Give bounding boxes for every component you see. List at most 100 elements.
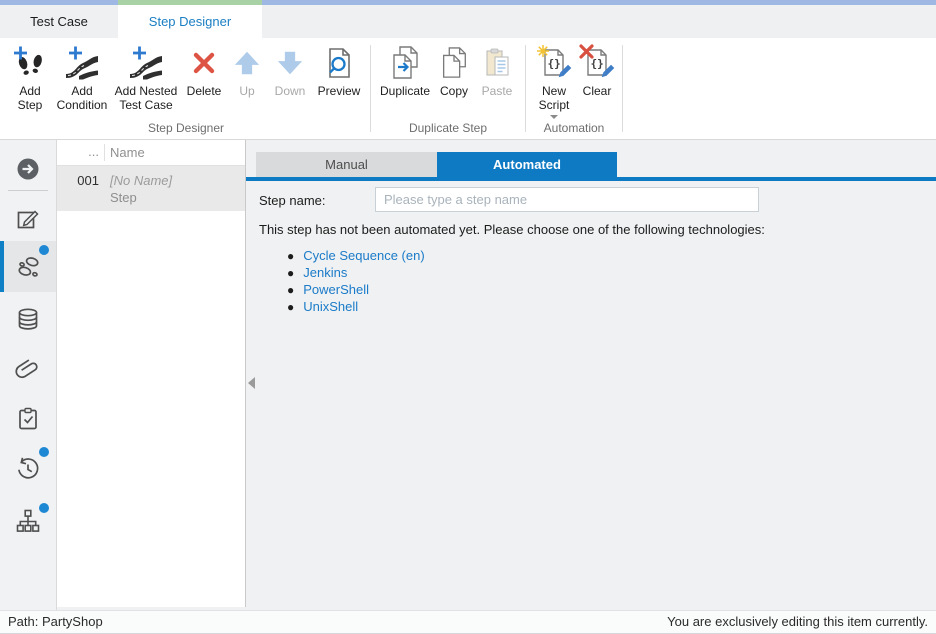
paste-button[interactable]: Paste — [474, 41, 520, 99]
sidebar-item-attachments[interactable] — [0, 347, 56, 391]
copy-documents-icon — [438, 42, 470, 84]
down-button[interactable]: Down — [267, 41, 313, 99]
step-row-selected[interactable]: 001 [No Name] Step — [57, 166, 245, 211]
copy-button[interactable]: Copy — [434, 41, 474, 99]
steps-icon — [15, 253, 42, 280]
window-tab-bar: Test Case Step Designer — [0, 0, 936, 38]
arrow-up-icon — [233, 42, 261, 84]
add-nested-test-case-label: Add Nested Test Case — [114, 84, 178, 112]
bullet-icon: ● — [287, 300, 294, 314]
step-type-label: Step — [110, 190, 137, 205]
tab-step-designer[interactable]: Step Designer — [118, 5, 262, 38]
junction-plus-icon — [64, 42, 100, 84]
step-list-header: ... Name — [57, 140, 245, 166]
checklist-icon — [15, 406, 41, 432]
ribbon-separator — [622, 45, 623, 132]
clipboard-paste-icon — [481, 42, 513, 84]
technology-link-powershell[interactable]: PowerShell — [303, 282, 369, 297]
duplicate-document-icon — [388, 42, 422, 84]
column-header-name[interactable]: Name — [110, 140, 145, 166]
application-window: Test Case Step Designer Add Step — [0, 0, 936, 634]
down-label: Down — [275, 84, 306, 98]
tab-manual[interactable]: Manual — [256, 152, 437, 177]
step-editor-panel: Manual Automated Step name: This step ha… — [246, 140, 936, 610]
list-item: ● PowerShell — [287, 281, 425, 298]
technology-link-unixshell[interactable]: UnixShell — [303, 299, 358, 314]
automation-message: This step has not been automated yet. Pl… — [259, 222, 765, 237]
junction-plus-icon — [128, 42, 164, 84]
clear-label: Clear — [583, 84, 612, 98]
bullet-icon: ● — [287, 266, 294, 280]
sidebar-divider — [8, 190, 48, 191]
list-item: ● Jenkins — [287, 264, 425, 281]
new-script-button[interactable]: {} New Script — [531, 41, 577, 120]
navigate-circle-icon — [15, 156, 41, 182]
history-badge-dot — [39, 447, 49, 457]
column-header-number[interactable]: ... — [57, 140, 99, 166]
arrow-down-icon — [276, 42, 304, 84]
delete-button[interactable]: Delete — [181, 41, 227, 99]
sidebar-selection-bar — [0, 241, 4, 292]
edit-icon — [15, 206, 41, 232]
status-lock-message: You are exclusively editing this item cu… — [667, 614, 928, 629]
status-bar: Path: PartyShop You are exclusively edit… — [0, 610, 936, 634]
add-step-button[interactable]: Add Step — [7, 41, 53, 113]
script-new-icon: {} — [536, 42, 572, 84]
preview-label: Preview — [318, 84, 361, 98]
add-step-label: Add Step — [10, 84, 50, 112]
duplicate-button[interactable]: Duplicate — [376, 41, 434, 99]
new-script-label: New Script — [534, 84, 574, 112]
add-condition-label: Add Condition — [56, 84, 108, 112]
technology-list: ● Cycle Sequence (en) ● Jenkins ● PowerS… — [287, 247, 425, 315]
up-button[interactable]: Up — [227, 41, 267, 99]
step-number: 001 — [57, 173, 99, 188]
collapse-panel-arrow-icon[interactable] — [248, 377, 255, 389]
tab-test-case[interactable]: Test Case — [0, 5, 118, 38]
technology-link-jenkins[interactable]: Jenkins — [303, 265, 347, 280]
database-icon — [15, 306, 41, 332]
ribbon-group-label: Step Designer — [2, 121, 370, 135]
column-divider — [104, 144, 105, 161]
script-clear-icon: {} — [579, 42, 615, 84]
duplicate-label: Duplicate — [380, 84, 430, 98]
step-name-input[interactable] — [375, 187, 759, 212]
svg-text:{}: {} — [591, 57, 604, 70]
clear-button[interactable]: {} Clear — [577, 41, 617, 99]
bullet-icon: ● — [287, 249, 294, 263]
sidebar-item-edit[interactable] — [0, 197, 56, 241]
add-nested-test-case-button[interactable]: Add Nested Test Case — [111, 41, 181, 113]
footprints-plus-icon — [12, 42, 48, 84]
paste-label: Paste — [482, 84, 513, 98]
red-x-icon — [191, 42, 217, 84]
technology-link-cycle-sequence[interactable]: Cycle Sequence (en) — [303, 248, 424, 263]
preview-button[interactable]: Preview — [313, 41, 365, 99]
svg-text:{}: {} — [548, 57, 561, 70]
step-name-label: Step name: — [259, 193, 326, 208]
ribbon-group-step-designer: Add Step Add Condition — [2, 38, 370, 139]
tab-automated[interactable]: Automated — [437, 152, 617, 177]
copy-label: Copy — [440, 84, 468, 98]
ribbon-group-automation: {} New Script {} — [526, 38, 622, 139]
ribbon-toolbar: Add Step Add Condition — [0, 38, 936, 140]
bullet-icon: ● — [287, 283, 294, 297]
sidebar-item-navigate[interactable] — [0, 147, 56, 191]
ribbon-group-duplicate-step: Duplicate Copy — [371, 38, 525, 139]
ribbon-group-label: Automation — [526, 121, 622, 135]
status-path: Path: PartyShop — [8, 614, 103, 629]
list-item: ● Cycle Sequence (en) — [287, 247, 425, 264]
step-name-placeholder-text: [No Name] — [110, 173, 172, 188]
step-list-panel: ... Name 001 [No Name] Step — [57, 140, 246, 607]
delete-label: Delete — [187, 84, 222, 98]
document-magnifier-icon — [323, 42, 355, 84]
active-tab-underline — [246, 177, 936, 181]
chevron-down-icon — [550, 115, 558, 119]
ribbon-group-label: Duplicate Step — [371, 121, 525, 135]
left-icon-sidebar — [0, 140, 57, 610]
content-area: ... Name 001 [No Name] Step Manual Autom… — [0, 140, 936, 610]
sidebar-item-checklist[interactable] — [0, 397, 56, 441]
add-condition-button[interactable]: Add Condition — [53, 41, 111, 113]
history-icon — [15, 456, 41, 482]
sidebar-item-data[interactable] — [0, 297, 56, 341]
list-item: ● UnixShell — [287, 298, 425, 315]
steps-badge-dot — [39, 245, 49, 255]
